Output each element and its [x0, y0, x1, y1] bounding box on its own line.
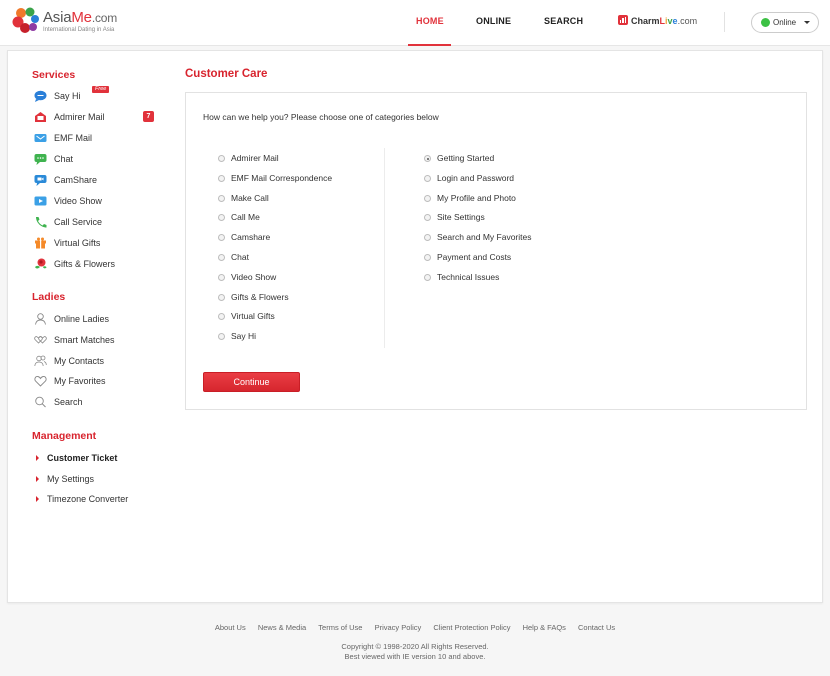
category-option-label: Getting Started [437, 153, 495, 163]
asiame-logo[interactable]: AsiaMe.com International Dating in Asia [12, 6, 152, 38]
radio-button-icon[interactable] [218, 254, 225, 261]
free-badge: Free [92, 86, 110, 93]
nav-home[interactable]: HOME [416, 16, 444, 26]
footer-link-news-media[interactable]: News & Media [258, 623, 306, 632]
category-option-label: Camshare [231, 232, 271, 243]
video-play-icon [34, 196, 47, 206]
category-option-label: Admirer Mail [231, 153, 279, 163]
radio-button-icon[interactable] [424, 234, 431, 242]
caret-right-icon [36, 496, 39, 502]
column-divider [384, 148, 385, 348]
page-title: Customer Care [185, 68, 268, 80]
radio-button-icon[interactable] [424, 194, 431, 202]
bar-chart-icon [618, 15, 628, 25]
category-option-label: Site Settings [437, 212, 485, 223]
category-option-label: Chat [231, 252, 249, 262]
unread-count-badge: 7 [143, 111, 154, 122]
mail-icon [34, 134, 47, 142]
radio-button-icon[interactable] [218, 155, 225, 162]
nav-active-indicator [408, 44, 451, 46]
charmlive-link[interactable]: CharmLive.com [618, 15, 697, 26]
radio-button-icon[interactable] [424, 174, 431, 182]
radio-button-icon[interactable] [218, 293, 225, 301]
caret-right-icon [36, 476, 39, 482]
radio-button-icon[interactable] [424, 214, 431, 222]
heart-icon [34, 376, 47, 387]
radio-button-icon[interactable] [218, 194, 225, 202]
footer-links: About Us News & Media Terms of Use Priva… [0, 623, 830, 632]
online-status-dropdown[interactable]: Online [751, 12, 819, 33]
management-heading: Management [32, 430, 97, 442]
category-option-label: Make Call [231, 192, 269, 203]
footer-link-about-us[interactable]: About Us [215, 623, 246, 632]
online-status-label: Online [773, 18, 797, 27]
main-panel: Services Say Hi Free Admirer Mail 7 EMF … [7, 50, 823, 603]
search-icon [35, 396, 46, 408]
form-prompt: How can we help you? Please choose one o… [203, 112, 439, 122]
customer-care-form: How can we help you? Please choose one o… [185, 92, 807, 410]
category-option-label: Virtual Gifts [231, 311, 275, 322]
radio-button-icon[interactable] [218, 333, 225, 341]
radio-button-icon[interactable] [424, 155, 431, 162]
category-option-label: Gifts & Flowers [231, 291, 289, 302]
radio-button-icon[interactable] [424, 254, 431, 261]
logo-mark-icon [12, 7, 39, 33]
browser-note: Best viewed with IE version 10 and above… [344, 652, 486, 661]
gift-icon [35, 237, 46, 249]
caret-down-icon [804, 21, 810, 24]
rose-icon [35, 258, 47, 269]
brand-tagline: International Dating in Asia [43, 27, 115, 33]
radio-button-icon[interactable] [218, 313, 225, 321]
nav-divider [724, 12, 725, 32]
site-header: AsiaMe.com International Dating in Asia … [0, 0, 830, 46]
category-option-label: Video Show [231, 271, 277, 282]
caret-right-icon [36, 455, 39, 461]
camera-icon [34, 175, 47, 186]
radio-button-icon[interactable] [424, 273, 431, 281]
services-heading: Services [32, 69, 76, 81]
radio-button-icon[interactable] [218, 214, 225, 222]
category-option-label: Login and Password [437, 172, 515, 183]
category-option-label: My Profile and Photo [437, 192, 516, 203]
linked-hearts-icon [34, 336, 47, 344]
category-option-label: Payment and Costs [437, 252, 512, 262]
continue-button[interactable]: Continue [203, 372, 300, 392]
chat-icon [34, 154, 47, 165]
radio-button-icon[interactable] [218, 234, 225, 242]
footer-link-help-faqs[interactable]: Help & FAQs [523, 623, 566, 632]
radio-button-icon[interactable] [218, 174, 225, 182]
footer-link-terms-of-use[interactable]: Terms of Use [318, 623, 362, 632]
online-status-dot-icon [761, 18, 770, 27]
category-option-label: Technical Issues [437, 271, 500, 282]
category-option-label: Say Hi [231, 331, 257, 342]
chat-bubble-icon [34, 90, 47, 102]
person-icon [35, 313, 46, 325]
category-option-label: Search and My Favorites [437, 232, 532, 243]
category-option-label: EMF Mail Correspondence [231, 172, 333, 183]
copyright-text: Copyright © 1998-2020 All Rights Reserve… [341, 642, 489, 651]
radio-button-icon[interactable] [218, 273, 225, 281]
footer-link-contact-us[interactable]: Contact Us [578, 623, 615, 632]
footer-link-privacy-policy[interactable]: Privacy Policy [375, 623, 422, 632]
envelope-open-icon [35, 112, 46, 122]
contacts-icon [34, 355, 47, 367]
nav-online[interactable]: ONLINE [476, 16, 511, 26]
copyright: Copyright © 1998-2020 All Rights Reserve… [0, 642, 830, 662]
footer-link-client-protection-policy[interactable]: Client Protection Policy [433, 623, 510, 632]
brand-name: AsiaMe.com [43, 9, 118, 26]
phone-icon [36, 217, 47, 228]
ladies-heading: Ladies [32, 291, 66, 303]
nav-search[interactable]: SEARCH [544, 16, 583, 26]
category-option-label: Call Me [231, 212, 260, 223]
